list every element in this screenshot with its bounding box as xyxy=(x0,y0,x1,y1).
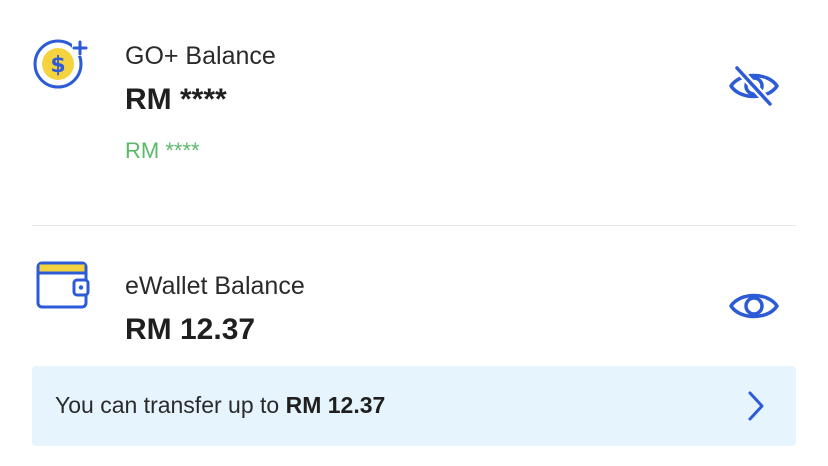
wallet-icon xyxy=(36,261,92,311)
transfer-limit-text: You can transfer up to RM 12.37 xyxy=(55,392,385,419)
ewallet-balance-label: eWallet Balance xyxy=(125,272,305,300)
transfer-limit-amount: RM 12.37 xyxy=(285,392,386,418)
eye-icon xyxy=(729,293,779,319)
go-plus-sub-amount: RM **** xyxy=(125,138,200,163)
ewallet-balance-amount: RM 12.37 xyxy=(125,313,256,346)
svg-text:$: $ xyxy=(50,53,65,78)
go-plus-balance-amount: RM **** xyxy=(125,83,227,116)
section-divider xyxy=(32,225,796,226)
go-plus-balance-label: GO+ Balance xyxy=(125,42,276,70)
transfer-limit-prefix: You can transfer up to xyxy=(55,392,280,418)
eye-off-icon xyxy=(729,64,779,108)
show-balance-toggle[interactable] xyxy=(728,286,780,326)
go-plus-coin-icon: $ xyxy=(30,36,90,92)
chevron-right-icon xyxy=(746,390,766,427)
transfer-limit-banner[interactable]: You can transfer up to RM 12.37 xyxy=(32,366,796,446)
balance-page: $ GO+ Balance RM **** RM **** eWallet Ba… xyxy=(0,0,828,466)
hide-balance-toggle[interactable] xyxy=(728,64,780,108)
